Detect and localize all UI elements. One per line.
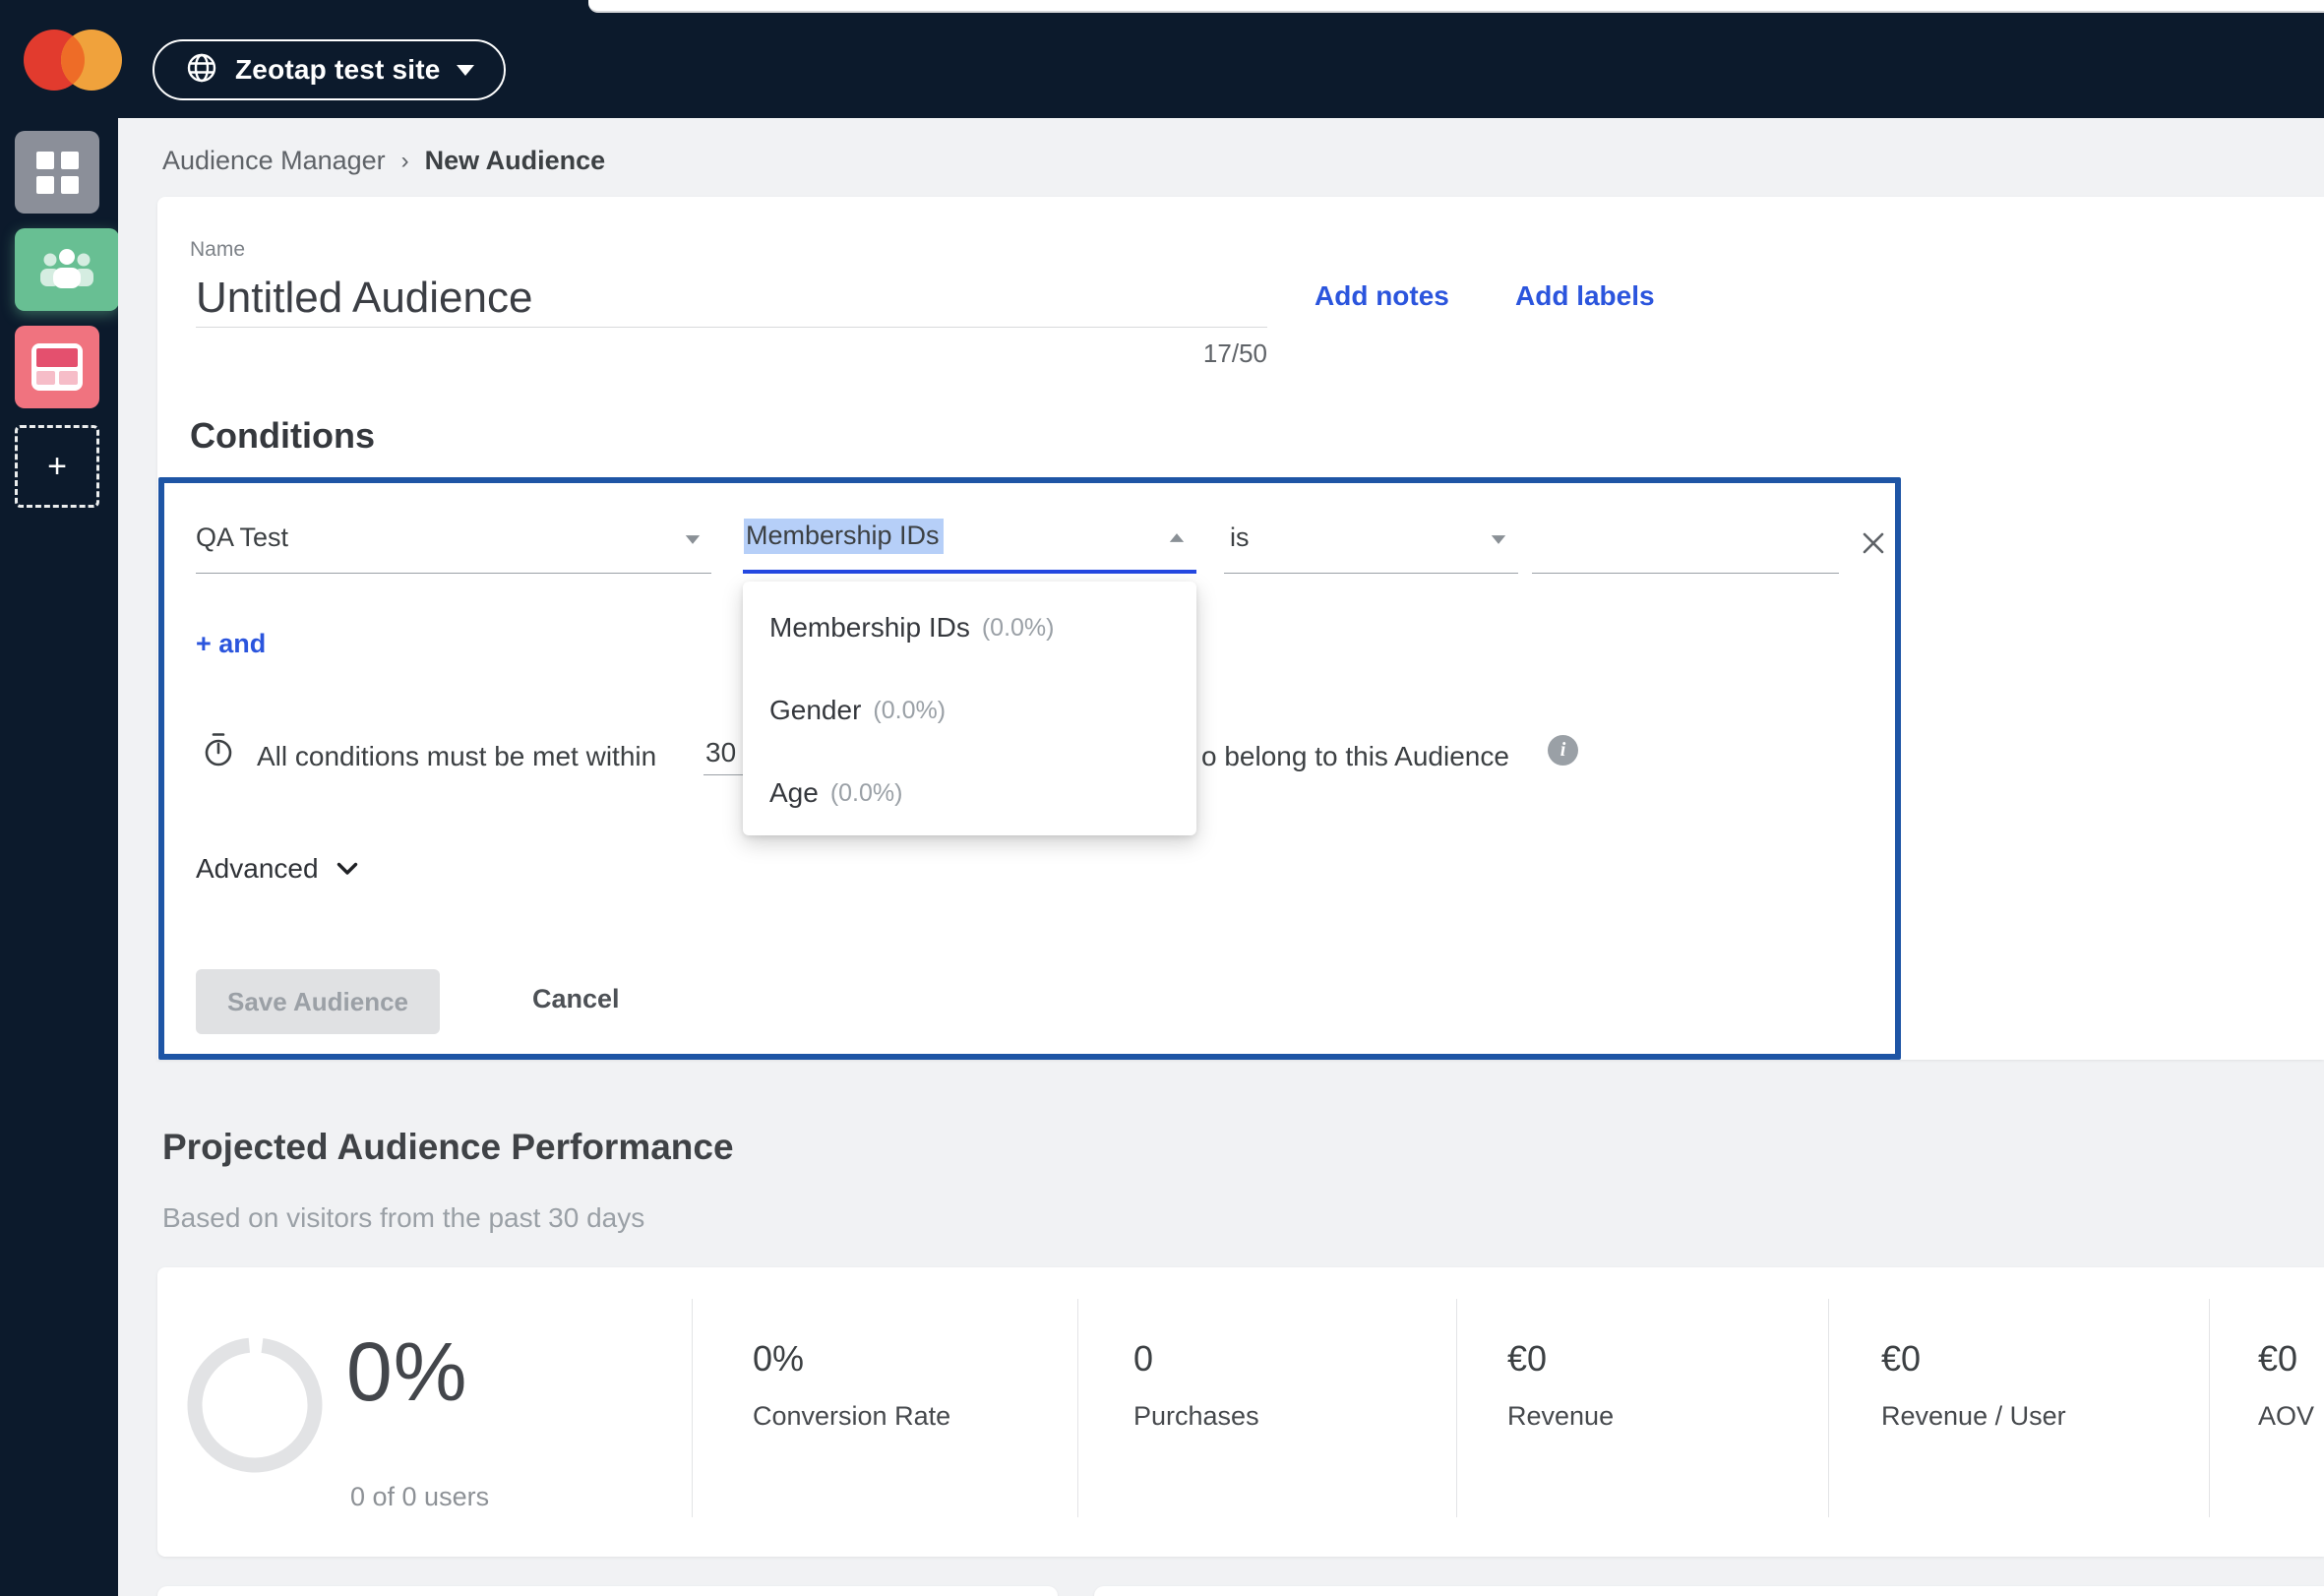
sidebar-item-dashboards[interactable]: [15, 326, 99, 408]
site-switcher[interactable]: Zeotap test site: [153, 39, 506, 100]
attribute-dropdown-menu: Membership IDs (0.0%) Gender (0.0%) Age …: [743, 582, 1196, 835]
mastercard-logo-icon: [22, 28, 124, 97]
bottom-card: [157, 1586, 1058, 1596]
breadcrumb-parent[interactable]: Audience Manager: [162, 146, 386, 176]
stat-value: €0: [1881, 1338, 1922, 1379]
condition-value-input[interactable]: [1532, 573, 1839, 574]
divider: [1456, 1299, 1457, 1517]
audience-name-input[interactable]: [196, 270, 1267, 328]
match-rate-value: 0%: [346, 1325, 468, 1418]
timeframe-prefix: All conditions must be met within: [257, 741, 657, 771]
divider: [692, 1299, 693, 1517]
divider: [2209, 1299, 2210, 1517]
bottom-card: [1094, 1586, 2324, 1596]
dropdown-item-membership-ids[interactable]: Membership IDs (0.0%): [743, 586, 1196, 669]
performance-heading: Projected Audience Performance: [162, 1127, 734, 1167]
stat-value: €0: [2258, 1338, 2298, 1379]
add-and-condition-link[interactable]: + and: [196, 629, 266, 659]
name-char-count: 17/50: [1202, 338, 1267, 368]
grid-icon: [35, 151, 79, 194]
breadcrumb-current: New Audience: [424, 146, 606, 175]
condition-group-box: QA Test Membership IDs is + and All cond…: [158, 477, 1901, 1060]
save-audience-button[interactable]: Save Audience: [196, 969, 440, 1034]
name-field-label: Name: [190, 238, 246, 261]
stat-label: AOV: [2258, 1401, 2315, 1431]
condition-operator-select[interactable]: is: [1230, 522, 1250, 553]
info-icon[interactable]: i: [1548, 735, 1578, 766]
selected-text: Membership IDs: [744, 519, 944, 554]
globe-icon: [184, 50, 219, 91]
chevron-down-icon: [1491, 535, 1506, 544]
dropdown-item-share: (0.0%): [873, 696, 947, 724]
remove-condition-button[interactable]: [1857, 526, 1890, 560]
match-rate-donut: [186, 1336, 324, 1479]
field-underline: [1224, 573, 1518, 574]
dropdown-item-label: Age: [769, 777, 819, 808]
dropdown-item-gender[interactable]: Gender (0.0%): [743, 669, 1196, 752]
advanced-label: Advanced: [196, 853, 319, 884]
field-underline: [196, 573, 711, 574]
stat-label: Revenue / User: [1881, 1401, 2066, 1431]
top-edge-sliver: [588, 0, 2324, 13]
stat-aov: €0 AOV: [2258, 1338, 2314, 1432]
divider: [1077, 1299, 1078, 1517]
stat-label: Purchases: [1133, 1401, 1259, 1431]
performance-subheading: Based on visitors from the past 30 days: [162, 1202, 645, 1233]
focused-field-underline: [743, 570, 1196, 574]
chevron-up-icon: [1169, 533, 1185, 542]
breadcrumb: Audience Manager › New Audience: [162, 146, 605, 176]
stat-revenue-per-user: €0 Revenue / User: [1881, 1338, 2066, 1432]
dropdown-item-age[interactable]: Age (0.0%): [743, 752, 1196, 834]
audience-editor-card: Name 17/50 Add notes Add labels Conditio…: [157, 197, 2324, 1060]
chevron-down-icon: [456, 64, 474, 76]
breadcrumb-separator-icon: ›: [400, 147, 409, 174]
stat-label: Conversion Rate: [753, 1401, 951, 1431]
sidebar: +: [0, 118, 119, 1596]
dropdown-item-label: Gender: [769, 695, 862, 725]
stat-value: €0: [1507, 1338, 1548, 1379]
sidebar-item-audiences[interactable]: [15, 228, 119, 311]
site-switcher-label: Zeotap test site: [235, 54, 441, 85]
condition-attribute-input[interactable]: Membership IDs: [744, 519, 944, 554]
divider: [1828, 1299, 1829, 1517]
dropdown-item-label: Membership IDs: [769, 612, 970, 643]
condition-source-select[interactable]: QA Test: [196, 522, 288, 553]
dropdown-item-share: (0.0%): [829, 778, 903, 807]
stat-value: 0%: [753, 1338, 805, 1379]
layout-icon: [31, 343, 83, 391]
chevron-down-icon: [685, 535, 701, 544]
sidebar-add-app-button[interactable]: +: [15, 425, 99, 508]
stat-conversion-rate: 0% Conversion Rate: [753, 1338, 950, 1432]
advanced-toggle[interactable]: Advanced: [196, 853, 358, 885]
cancel-button[interactable]: Cancel: [526, 983, 626, 1015]
timeframe-suffix: o belong to this Audience: [1201, 741, 1509, 771]
stat-revenue: €0 Revenue: [1507, 1338, 1614, 1432]
top-bar: Zeotap test site: [0, 0, 2324, 118]
add-notes-link[interactable]: Add notes: [1315, 280, 1449, 312]
sidebar-item-dashboard[interactable]: [15, 131, 99, 214]
stat-value: 0: [1133, 1338, 1154, 1379]
stat-purchases: 0 Purchases: [1133, 1338, 1259, 1432]
close-icon: [1863, 532, 1884, 554]
stat-label: Revenue: [1507, 1401, 1615, 1431]
match-rate-sub: 0 of 0 users: [350, 1482, 490, 1511]
dropdown-item-share: (0.0%): [981, 613, 1055, 642]
stopwatch-icon: [200, 731, 237, 773]
chevron-down-icon: [336, 862, 357, 875]
performance-stats-card: 0% 0 of 0 users 0% Conversion Rate 0 Pur…: [157, 1267, 2324, 1557]
app-screen: Zeotap test site + Audience Manager › Ne…: [0, 0, 2324, 1596]
add-labels-link[interactable]: Add labels: [1515, 280, 1655, 312]
conditions-heading: Conditions: [190, 415, 375, 456]
audience-group-icon: [38, 247, 95, 293]
plus-icon: +: [47, 447, 67, 485]
